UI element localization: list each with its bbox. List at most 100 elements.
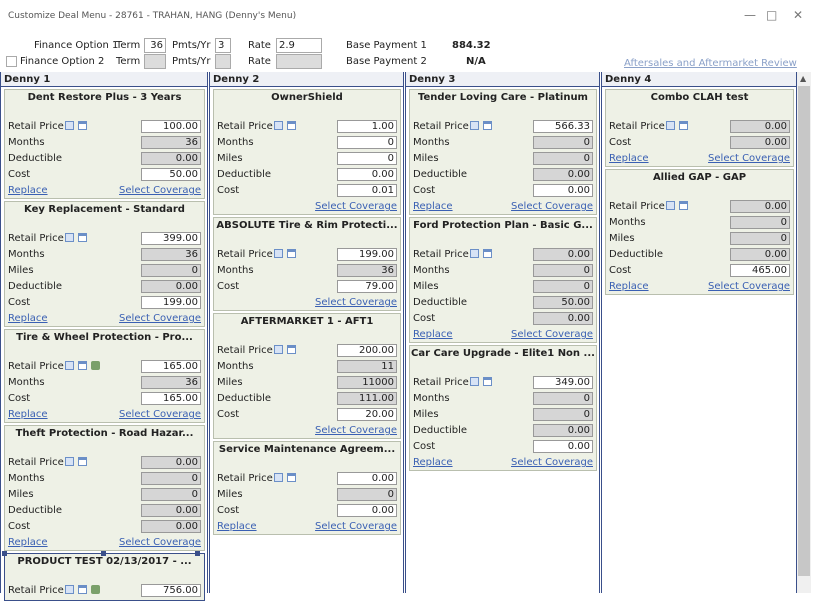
field-value[interactable]: 0.00: [533, 312, 593, 325]
calendar-icon[interactable]: [679, 121, 688, 130]
payment-icon[interactable]: [666, 121, 675, 130]
field-value[interactable]: 399.00: [141, 232, 201, 245]
field-value[interactable]: 0.00: [141, 520, 201, 533]
field-value[interactable]: 0.00: [141, 504, 201, 517]
payment-icon[interactable]: [470, 377, 479, 386]
calendar-icon[interactable]: [483, 121, 492, 130]
product-card[interactable]: Ford Protection Plan - Basic G... Retail …: [409, 217, 597, 343]
calendar-icon[interactable]: [78, 121, 87, 130]
option2-term-input[interactable]: [144, 54, 166, 69]
select-coverage-link[interactable]: Select Coverage: [511, 329, 593, 340]
select-coverage-link[interactable]: Select Coverage: [119, 537, 201, 548]
field-value[interactable]: 349.00: [533, 376, 593, 389]
field-value[interactable]: 11: [337, 360, 397, 373]
field-value[interactable]: 0.00: [337, 168, 397, 181]
replace-link[interactable]: Replace: [8, 409, 48, 420]
field-value[interactable]: 0.00: [533, 440, 593, 453]
field-value[interactable]: 465.00: [730, 264, 790, 277]
calendar-icon[interactable]: [78, 361, 87, 370]
product-card[interactable]: Theft Protection - Road Hazar... Retail P…: [4, 425, 205, 551]
product-card[interactable]: Allied GAP - GAP Retail Price 0.00 Months 0 M…: [605, 169, 794, 295]
select-coverage-link[interactable]: Select Coverage: [511, 201, 593, 212]
payment-icon[interactable]: [274, 345, 283, 354]
field-value[interactable]: 79.00: [337, 280, 397, 293]
replace-link[interactable]: Replace: [8, 185, 48, 196]
scroll-up-icon[interactable]: ▲: [800, 74, 806, 83]
select-coverage-link[interactable]: Select Coverage: [315, 521, 397, 532]
replace-link[interactable]: Replace: [413, 201, 453, 212]
select-coverage-link[interactable]: Select Coverage: [708, 281, 790, 292]
field-value[interactable]: 0.00: [730, 136, 790, 149]
field-value[interactable]: 0.00: [533, 424, 593, 437]
field-value[interactable]: 0.00: [533, 248, 593, 261]
product-card[interactable]: PRODUCT TEST 02/13/2017 - ... Retail Pric…: [2, 551, 205, 601]
selection-handle[interactable]: [2, 551, 7, 556]
field-value[interactable]: 0: [337, 152, 397, 165]
payment-icon[interactable]: [470, 121, 479, 130]
field-value[interactable]: 0: [533, 280, 593, 293]
calendar-icon[interactable]: [287, 473, 296, 482]
select-coverage-link[interactable]: Select Coverage: [119, 185, 201, 196]
car-icon[interactable]: [91, 361, 100, 370]
payment-icon[interactable]: [274, 121, 283, 130]
field-value[interactable]: 0: [337, 136, 397, 149]
select-coverage-link[interactable]: Select Coverage: [119, 409, 201, 420]
field-value[interactable]: 0: [533, 408, 593, 421]
selection-handle[interactable]: [101, 551, 106, 556]
scrollbar-thumb[interactable]: [798, 86, 810, 576]
product-card[interactable]: Service Maintenance Agreem... Retail Pric…: [213, 441, 401, 535]
field-value[interactable]: 100.00: [141, 120, 201, 133]
field-value[interactable]: 165.00: [141, 392, 201, 405]
payment-icon[interactable]: [666, 201, 675, 210]
field-value[interactable]: 0: [141, 264, 201, 277]
field-value[interactable]: 36: [337, 264, 397, 277]
field-value[interactable]: 50.00: [141, 168, 201, 181]
option1-pmts-input[interactable]: 3: [215, 38, 231, 53]
field-value[interactable]: 0.00: [337, 504, 397, 517]
field-value[interactable]: 566.33: [533, 120, 593, 133]
calendar-icon[interactable]: [78, 233, 87, 242]
payment-icon[interactable]: [470, 249, 479, 258]
field-value[interactable]: 0: [337, 488, 397, 501]
field-value[interactable]: 1.00: [337, 120, 397, 133]
field-value[interactable]: 36: [141, 376, 201, 389]
field-value[interactable]: 0.00: [141, 152, 201, 165]
field-value[interactable]: 0.00: [337, 472, 397, 485]
field-value[interactable]: 756.00: [141, 584, 201, 597]
option2-pmts-input[interactable]: [215, 54, 231, 69]
replace-link[interactable]: Replace: [609, 281, 649, 292]
product-card[interactable]: Dent Restore Plus - 3 Years Retail Price 1…: [4, 89, 205, 199]
field-value[interactable]: 0.01: [337, 184, 397, 197]
replace-link[interactable]: Replace: [8, 313, 48, 324]
select-coverage-link[interactable]: Select Coverage: [315, 297, 397, 308]
payment-icon[interactable]: [65, 121, 74, 130]
field-value[interactable]: 0: [730, 232, 790, 245]
field-value[interactable]: 0: [141, 472, 201, 485]
field-value[interactable]: 0.00: [533, 168, 593, 181]
calendar-icon[interactable]: [287, 345, 296, 354]
option1-rate-input[interactable]: 2.9: [276, 38, 322, 53]
payment-icon[interactable]: [65, 457, 74, 466]
replace-link[interactable]: Replace: [413, 329, 453, 340]
product-card[interactable]: ABSOLUTE Tire & Rim Protecti... Retail Pr…: [213, 217, 401, 311]
field-value[interactable]: 199.00: [337, 248, 397, 261]
field-value[interactable]: 0.00: [533, 184, 593, 197]
product-card[interactable]: AFTERMARKET 1 - AFT1 Retail Price 200.00 Mo…: [213, 313, 401, 439]
product-card[interactable]: OwnerShield Retail Price 1.00 Months 0 Miles 0…: [213, 89, 401, 215]
select-coverage-link[interactable]: Select Coverage: [708, 153, 790, 164]
field-value[interactable]: 0: [533, 136, 593, 149]
field-value[interactable]: 0: [533, 264, 593, 277]
field-value[interactable]: 0.00: [141, 280, 201, 293]
calendar-icon[interactable]: [287, 121, 296, 130]
calendar-icon[interactable]: [483, 249, 492, 258]
field-value[interactable]: 36: [141, 248, 201, 261]
field-value[interactable]: 36: [141, 136, 201, 149]
select-coverage-link[interactable]: Select Coverage: [315, 201, 397, 212]
field-value[interactable]: 200.00: [337, 344, 397, 357]
finance-option-2-checkbox[interactable]: [6, 56, 17, 67]
selection-handle[interactable]: [195, 551, 200, 556]
payment-icon[interactable]: [65, 361, 74, 370]
replace-link[interactable]: Replace: [609, 153, 649, 164]
field-value[interactable]: 0: [730, 216, 790, 229]
replace-link[interactable]: Replace: [8, 537, 48, 548]
